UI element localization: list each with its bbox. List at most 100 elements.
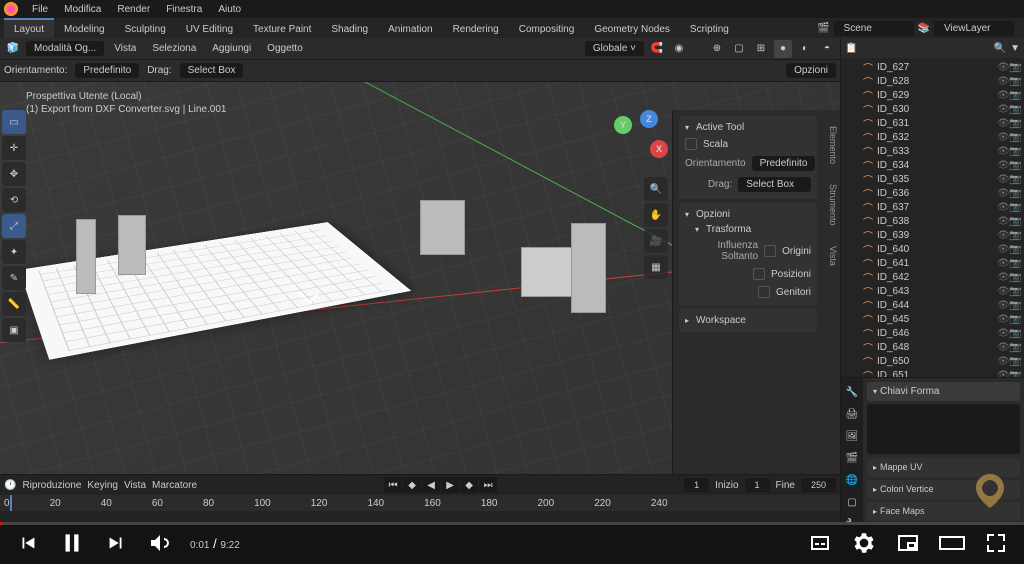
geometry-box[interactable] xyxy=(420,200,465,255)
outliner-item[interactable]: ⌒ID_651👁📷 xyxy=(843,368,1022,377)
pause-button[interactable] xyxy=(58,529,86,557)
eye-icon[interactable]: 👁 xyxy=(997,146,1008,157)
eye-icon[interactable]: 👁 xyxy=(997,202,1008,213)
tab-layout[interactable]: Layout xyxy=(4,18,54,39)
genitori-cb[interactable] xyxy=(758,286,770,298)
filter-icon[interactable]: 🔍 xyxy=(994,43,1006,54)
outliner-item[interactable]: ⌒ID_645👁📷 xyxy=(843,312,1022,326)
shading-render-icon[interactable]: ◓ xyxy=(818,40,836,58)
eye-icon[interactable]: 👁 xyxy=(997,272,1008,283)
shading-wire-icon[interactable]: ⊞ xyxy=(752,40,770,58)
eye-icon[interactable]: 👁 xyxy=(997,104,1008,115)
render-tab-icon[interactable]: 🔧 xyxy=(842,382,862,402)
editor-type-icon[interactable]: 🧊 xyxy=(4,40,22,58)
filter-icon[interactable]: ▼ xyxy=(1010,43,1020,54)
trasforma-header[interactable]: Trasforma xyxy=(685,222,811,237)
outliner-item[interactable]: ⌒ID_629👁📷 xyxy=(843,88,1022,102)
subtitles-button[interactable] xyxy=(806,529,834,557)
render-icon[interactable]: 📷 xyxy=(1009,314,1020,325)
video-progress[interactable] xyxy=(0,522,1024,525)
prev-video-button[interactable] xyxy=(14,529,42,557)
tab-animation[interactable]: Animation xyxy=(378,18,442,39)
pan-icon[interactable]: ✋ xyxy=(644,203,668,227)
eye-icon[interactable]: 👁 xyxy=(997,90,1008,101)
keyframe-prev-icon[interactable]: ◆ xyxy=(403,477,421,493)
play-icon[interactable]: ▶ xyxy=(441,477,459,493)
tl-menu-keying[interactable]: Keying xyxy=(87,480,118,491)
scale-tool[interactable]: ⤢ xyxy=(2,214,26,238)
settings-button[interactable] xyxy=(850,529,878,557)
fullscreen-button[interactable] xyxy=(982,529,1010,557)
gizmo-x[interactable]: X xyxy=(650,140,668,158)
select-menu[interactable]: Seleziona xyxy=(146,41,202,56)
menu-finestra[interactable]: Finestra xyxy=(158,1,210,18)
eye-icon[interactable]: 👁 xyxy=(997,244,1008,255)
outliner-icon[interactable]: 📋 xyxy=(845,43,857,54)
outliner-item[interactable]: ⌒ID_642👁📷 xyxy=(843,270,1022,284)
menu-file[interactable]: File xyxy=(24,1,56,18)
render-icon[interactable]: 📷 xyxy=(1009,118,1020,129)
annotate-tool[interactable]: ✎ xyxy=(2,266,26,290)
render-icon[interactable]: 📷 xyxy=(1009,216,1020,227)
eye-icon[interactable]: 👁 xyxy=(997,174,1008,185)
select-tool[interactable]: ▭ xyxy=(2,110,26,134)
end-frame[interactable]: 250 xyxy=(801,478,836,492)
eye-icon[interactable]: 👁 xyxy=(997,230,1008,241)
render-icon[interactable]: 📷 xyxy=(1009,202,1020,213)
zoom-icon[interactable]: 🔍 xyxy=(644,177,668,201)
3d-viewport[interactable]: Prospettiva Utente (Local) (1) Export fr… xyxy=(0,82,840,474)
shapekey-list[interactable] xyxy=(867,404,1020,454)
tl-menu-marcatore[interactable]: Marcatore xyxy=(152,480,197,491)
object-tab-icon[interactable]: ▢ xyxy=(842,492,862,512)
tl-menu-vista[interactable]: Vista xyxy=(124,480,146,491)
outliner-item[interactable]: ⌒ID_639👁📷 xyxy=(843,228,1022,242)
jump-end-icon[interactable]: ⏭ xyxy=(479,477,497,493)
outliner-item[interactable]: ⌒ID_636👁📷 xyxy=(843,186,1022,200)
eye-icon[interactable]: 👁 xyxy=(997,286,1008,297)
shading-material-icon[interactable]: ◐ xyxy=(796,40,814,58)
tab-rendering[interactable]: Rendering xyxy=(443,18,509,39)
outliner-item[interactable]: ⌒ID_630👁📷 xyxy=(843,102,1022,116)
outliner-item[interactable]: ⌒ID_643👁📷 xyxy=(843,284,1022,298)
snap-icon[interactable]: 🧲 xyxy=(648,40,666,58)
start-frame[interactable]: 1 xyxy=(745,478,770,492)
outliner-item[interactable]: ⌒ID_640👁📷 xyxy=(843,242,1022,256)
modifier-tab-icon[interactable]: 🔧 xyxy=(842,514,862,522)
outliner-item[interactable]: ⌒ID_648👁📷 xyxy=(843,340,1022,354)
eye-icon[interactable]: 👁 xyxy=(997,300,1008,311)
render-icon[interactable]: 📷 xyxy=(1009,370,1020,378)
orient-preset[interactable]: Predefinito xyxy=(75,63,139,78)
world-tab-icon[interactable]: 🌐 xyxy=(842,470,862,490)
render-icon[interactable]: 📷 xyxy=(1009,244,1020,255)
tab-geometry-nodes[interactable]: Geometry Nodes xyxy=(584,18,680,39)
geometry-box[interactable] xyxy=(118,215,146,275)
gizmo-z[interactable]: Z xyxy=(640,110,658,128)
render-icon[interactable]: 📷 xyxy=(1009,356,1020,367)
current-frame[interactable]: 1 xyxy=(684,478,709,492)
volume-button[interactable] xyxy=(146,529,174,557)
menu-modifica[interactable]: Modifica xyxy=(56,1,109,18)
tab-compositing[interactable]: Compositing xyxy=(509,18,585,39)
rotate-tool[interactable]: ⟲ xyxy=(2,188,26,212)
eye-icon[interactable]: 👁 xyxy=(997,370,1008,378)
tab-uv-editing[interactable]: UV Editing xyxy=(176,18,243,39)
tab-shading[interactable]: Shading xyxy=(321,18,378,39)
play-rev-icon[interactable]: ◀ xyxy=(422,477,440,493)
tl-menu-riproduzione[interactable]: Riproduzione xyxy=(22,480,81,491)
eye-icon[interactable]: 👁 xyxy=(997,258,1008,269)
xray-icon[interactable]: ▢ xyxy=(730,40,748,58)
eye-icon[interactable]: 👁 xyxy=(997,314,1008,325)
gizmo-y[interactable]: Y xyxy=(614,116,632,134)
keyframe-next-icon[interactable]: ◆ xyxy=(460,477,478,493)
menu-render[interactable]: Render xyxy=(109,1,158,18)
geometry-box[interactable] xyxy=(571,223,606,313)
miniplayer-button[interactable] xyxy=(894,529,922,557)
render-icon[interactable]: 📷 xyxy=(1009,174,1020,185)
eye-icon[interactable]: 👁 xyxy=(997,76,1008,87)
workspace-header[interactable]: Workspace xyxy=(685,313,811,328)
eye-icon[interactable]: 👁 xyxy=(997,216,1008,227)
render-icon[interactable]: 📷 xyxy=(1009,90,1020,101)
render-icon[interactable]: 📷 xyxy=(1009,286,1020,297)
outliner-item[interactable]: ⌒ID_646👁📷 xyxy=(843,326,1022,340)
cursor-tool[interactable]: ✛ xyxy=(2,136,26,160)
